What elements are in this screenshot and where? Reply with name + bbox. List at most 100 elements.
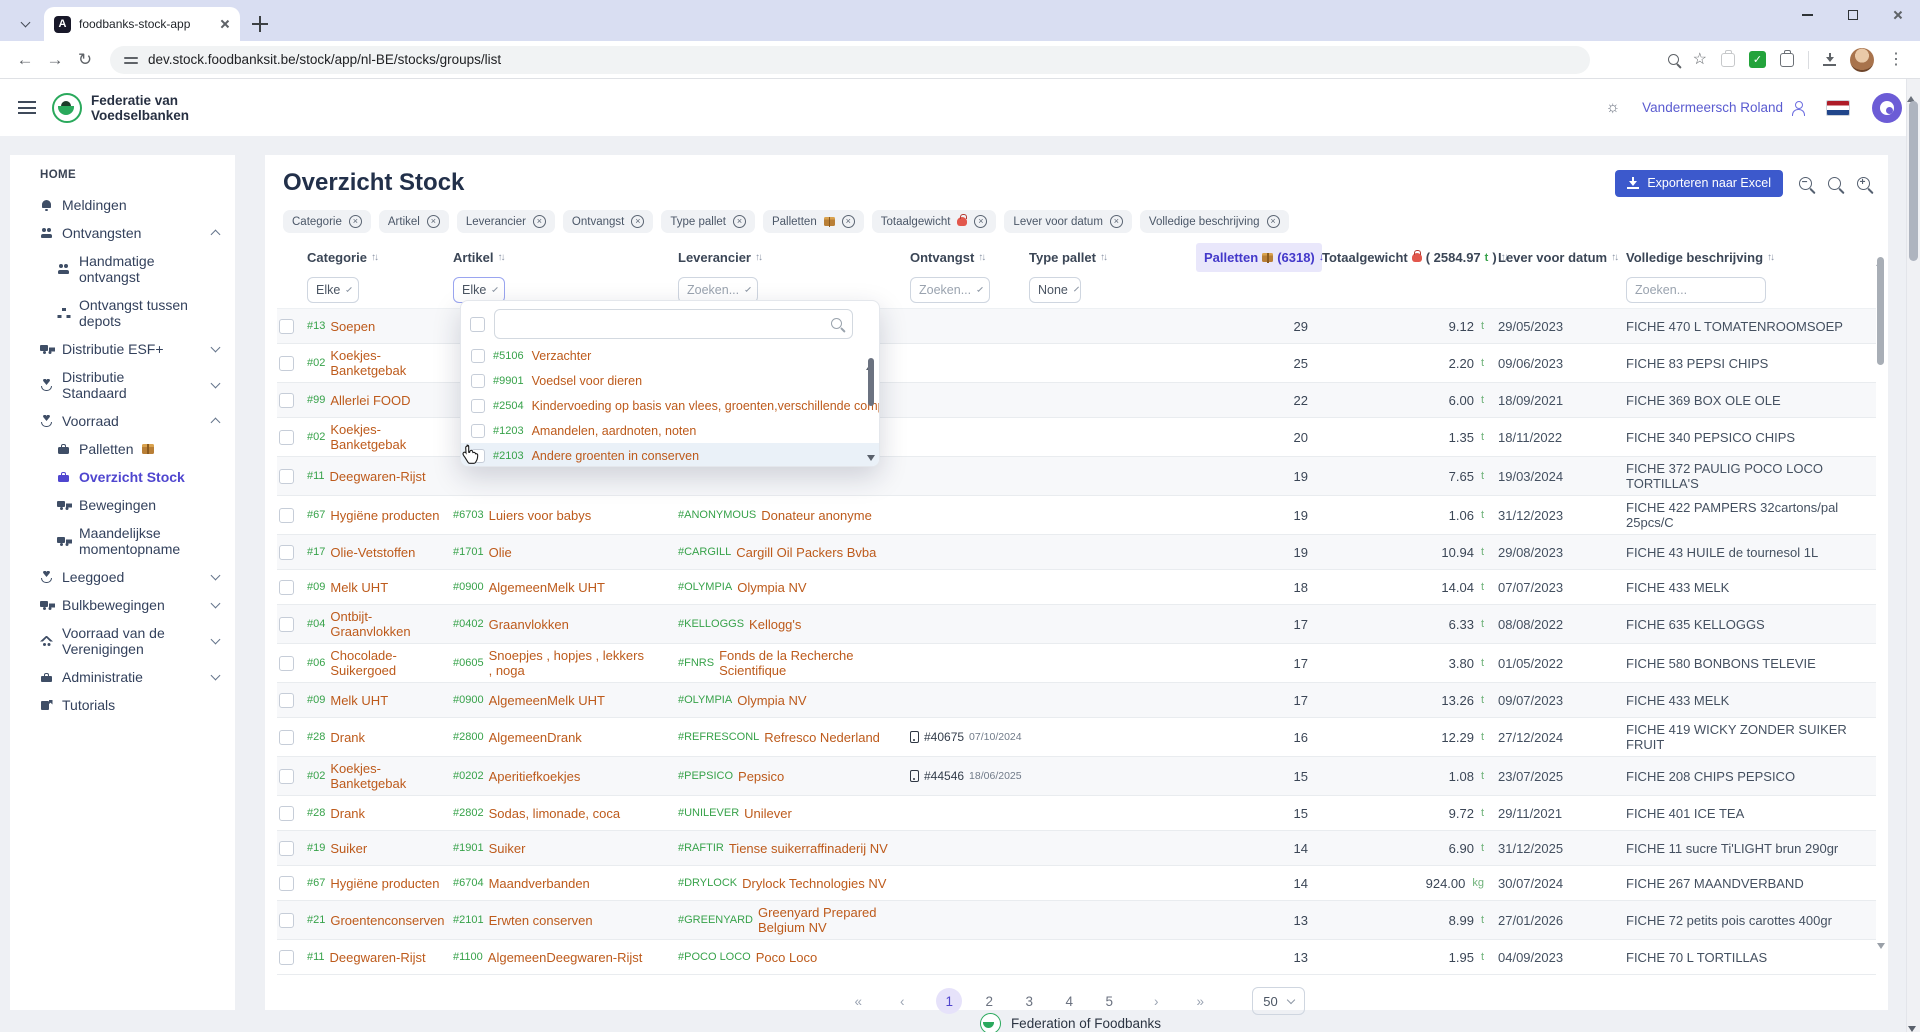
row-checkbox[interactable] [279, 950, 294, 965]
row-checkbox[interactable] [279, 913, 294, 928]
scroll-down-icon[interactable] [1908, 1026, 1916, 1032]
user-menu[interactable]: Vandermeersch Roland [1642, 100, 1804, 115]
row-checkbox[interactable] [279, 508, 294, 523]
sidebar-item[interactable]: Voorraad van de Verenigingen [10, 619, 235, 663]
sidebar-item[interactable]: Meldingen [10, 191, 235, 219]
dropdown-scrollbar[interactable] [866, 347, 876, 461]
table-row[interactable]: #02Koekjes-Banketgebak #0202Aperitiefkoe… [277, 757, 1876, 796]
scrollbar-thumb[interactable] [868, 358, 874, 406]
ontvangst-filter-select[interactable]: Zoeken... [910, 277, 990, 303]
dropdown-option[interactable]: #2103 Andere groenten in conserven [461, 443, 879, 467]
option-checkbox[interactable] [471, 349, 485, 363]
browser-tab[interactable]: A foodbanks-stock-app [44, 7, 240, 41]
chip-remove-icon[interactable]: × [1110, 215, 1123, 228]
maximize-button[interactable] [1830, 0, 1875, 30]
table-row[interactable]: #09Melk UHT #0900AlgemeenMelk UHT #OLYMP… [277, 683, 1876, 718]
bookmark-star-icon[interactable]: ☆ [1693, 52, 1707, 68]
filter-chip[interactable]: Volledige beschrijving × [1140, 210, 1289, 233]
first-page-button[interactable]: « [848, 994, 868, 1009]
theme-toggle-sun-icon[interactable]: ☼ [1606, 99, 1621, 117]
filter-chip[interactable]: Artikel × [379, 210, 449, 233]
row-checkbox[interactable] [279, 769, 294, 784]
chip-remove-icon[interactable]: × [974, 215, 987, 228]
page-number-button[interactable]: 2 [976, 988, 1002, 1014]
chip-remove-icon[interactable]: × [349, 215, 362, 228]
sidebar-item[interactable]: Handmatige ontvangst [10, 247, 235, 291]
prev-page-button[interactable]: ‹ [892, 994, 912, 1009]
row-checkbox[interactable] [279, 841, 294, 856]
scroll-down-icon[interactable] [1877, 943, 1885, 949]
scrollbar-thumb[interactable] [1877, 257, 1884, 365]
language-flag-nl[interactable] [1826, 100, 1850, 116]
scrollbar-thumb[interactable] [1909, 101, 1918, 261]
page-number-button[interactable]: 1 [936, 988, 962, 1014]
filter-chip[interactable]: Ontvangst × [563, 210, 653, 233]
table-row[interactable]: #67Hygiëne producten #6703Luiers voor ba… [277, 496, 1876, 535]
chip-remove-icon[interactable]: × [842, 215, 855, 228]
filter-chip[interactable]: Leverancier × [457, 210, 555, 233]
browser-menu-kebab-icon[interactable]: ⋮ [1888, 52, 1904, 68]
table-row[interactable]: #09Melk UHT #0900AlgemeenMelk UHT #OLYMP… [277, 570, 1876, 605]
chip-remove-icon[interactable]: × [631, 215, 644, 228]
last-page-button[interactable]: » [1190, 994, 1210, 1009]
option-checkbox[interactable] [471, 374, 485, 388]
browser-profile-avatar[interactable] [1850, 48, 1874, 72]
table-scrollbar[interactable] [1876, 243, 1885, 949]
browser-scrollbar[interactable] [1906, 79, 1920, 1032]
filter-chip[interactable]: Palletten × [763, 210, 864, 233]
dropdown-option[interactable]: #9901 Voedsel voor dieren [461, 368, 879, 393]
column-header-volledige-beschrijving[interactable]: Volledige beschrijving↑↓ [1626, 250, 1876, 265]
close-button[interactable] [1875, 0, 1920, 30]
page-number-button[interactable]: 3 [1016, 988, 1042, 1014]
column-header-leverancier[interactable]: Leverancier↑↓ [678, 250, 910, 265]
dropdown-option[interactable]: #2504 Kindervoeding op basis van vlees, … [461, 393, 879, 418]
sidebar-item[interactable]: Ontvangst tussen depots [10, 291, 235, 335]
zoom-in-icon[interactable]: + [1857, 177, 1870, 190]
zoom-icon[interactable] [1668, 54, 1679, 65]
row-checkbox[interactable] [279, 393, 294, 408]
sidebar-item[interactable]: Ontvangsten [10, 219, 235, 247]
site-settings-icon[interactable] [124, 54, 138, 66]
sidebar-item[interactable]: Administratie [10, 663, 235, 691]
table-row[interactable]: #06Chocolade-Suikergoed #0605Snoepjes , … [277, 644, 1876, 683]
page-number-button[interactable]: 4 [1056, 988, 1082, 1014]
categorie-filter-select[interactable]: Elke [307, 277, 359, 303]
filter-chip[interactable]: Totaalgewicht × [872, 210, 997, 233]
option-checkbox[interactable] [471, 399, 485, 413]
column-header-type-pallet[interactable]: Type pallet↑↓ [1029, 250, 1196, 265]
row-checkbox[interactable] [279, 580, 294, 595]
chip-remove-icon[interactable]: × [427, 215, 440, 228]
sidebar-item[interactable]: Bewegingen [10, 491, 235, 519]
sidebar-item[interactable]: Overzicht Stock [10, 463, 235, 491]
row-checkbox[interactable] [279, 430, 294, 445]
type-pallet-filter-select[interactable]: None [1029, 277, 1081, 303]
row-checkbox[interactable] [279, 617, 294, 632]
sidebar-item[interactable]: Leeggoed [10, 563, 235, 591]
tab-search-button[interactable] [12, 9, 38, 35]
profile-avatar[interactable] [1872, 93, 1902, 123]
back-button[interactable]: ← [10, 45, 40, 75]
page-size-select[interactable]: 50 [1252, 987, 1304, 1015]
row-checkbox[interactable] [279, 356, 294, 371]
filter-chip[interactable]: Lever voor datum × [1004, 210, 1132, 233]
page-number-button[interactable]: 5 [1096, 988, 1122, 1014]
table-row[interactable]: #17Olie-Vetstoffen #1701Olie #CARGILLCar… [277, 535, 1876, 570]
sidebar-item[interactable]: Tutorials [10, 691, 235, 719]
option-checkbox[interactable] [471, 424, 485, 438]
row-checkbox[interactable] [279, 469, 294, 484]
table-row[interactable]: #28Drank #2802Sodas, limonade, coca #UNI… [277, 796, 1876, 831]
downloads-icon[interactable] [1823, 53, 1836, 66]
zoom-out-icon[interactable]: − [1799, 177, 1812, 190]
green-check-extension-icon[interactable]: ✓ [1749, 51, 1766, 68]
export-excel-button[interactable]: Exporteren naar Excel [1615, 170, 1783, 197]
sidebar-item[interactable]: Palletten [10, 435, 235, 463]
row-checkbox[interactable] [279, 319, 294, 334]
dropdown-search-input[interactable] [494, 309, 853, 339]
sidebar-item[interactable]: Distributie ESF+ [10, 335, 235, 363]
refresh-button[interactable]: ↻ [70, 45, 100, 75]
table-row[interactable]: #19Suiker #1901Suiker #RAFTIRTiense suik… [277, 831, 1876, 866]
new-tab-button[interactable] [252, 16, 268, 32]
table-row[interactable]: #28Drank #2800AlgemeenDrank #REFRESCONLR… [277, 718, 1876, 757]
filter-chip[interactable]: Type pallet × [661, 210, 755, 233]
chip-remove-icon[interactable]: × [1267, 215, 1280, 228]
